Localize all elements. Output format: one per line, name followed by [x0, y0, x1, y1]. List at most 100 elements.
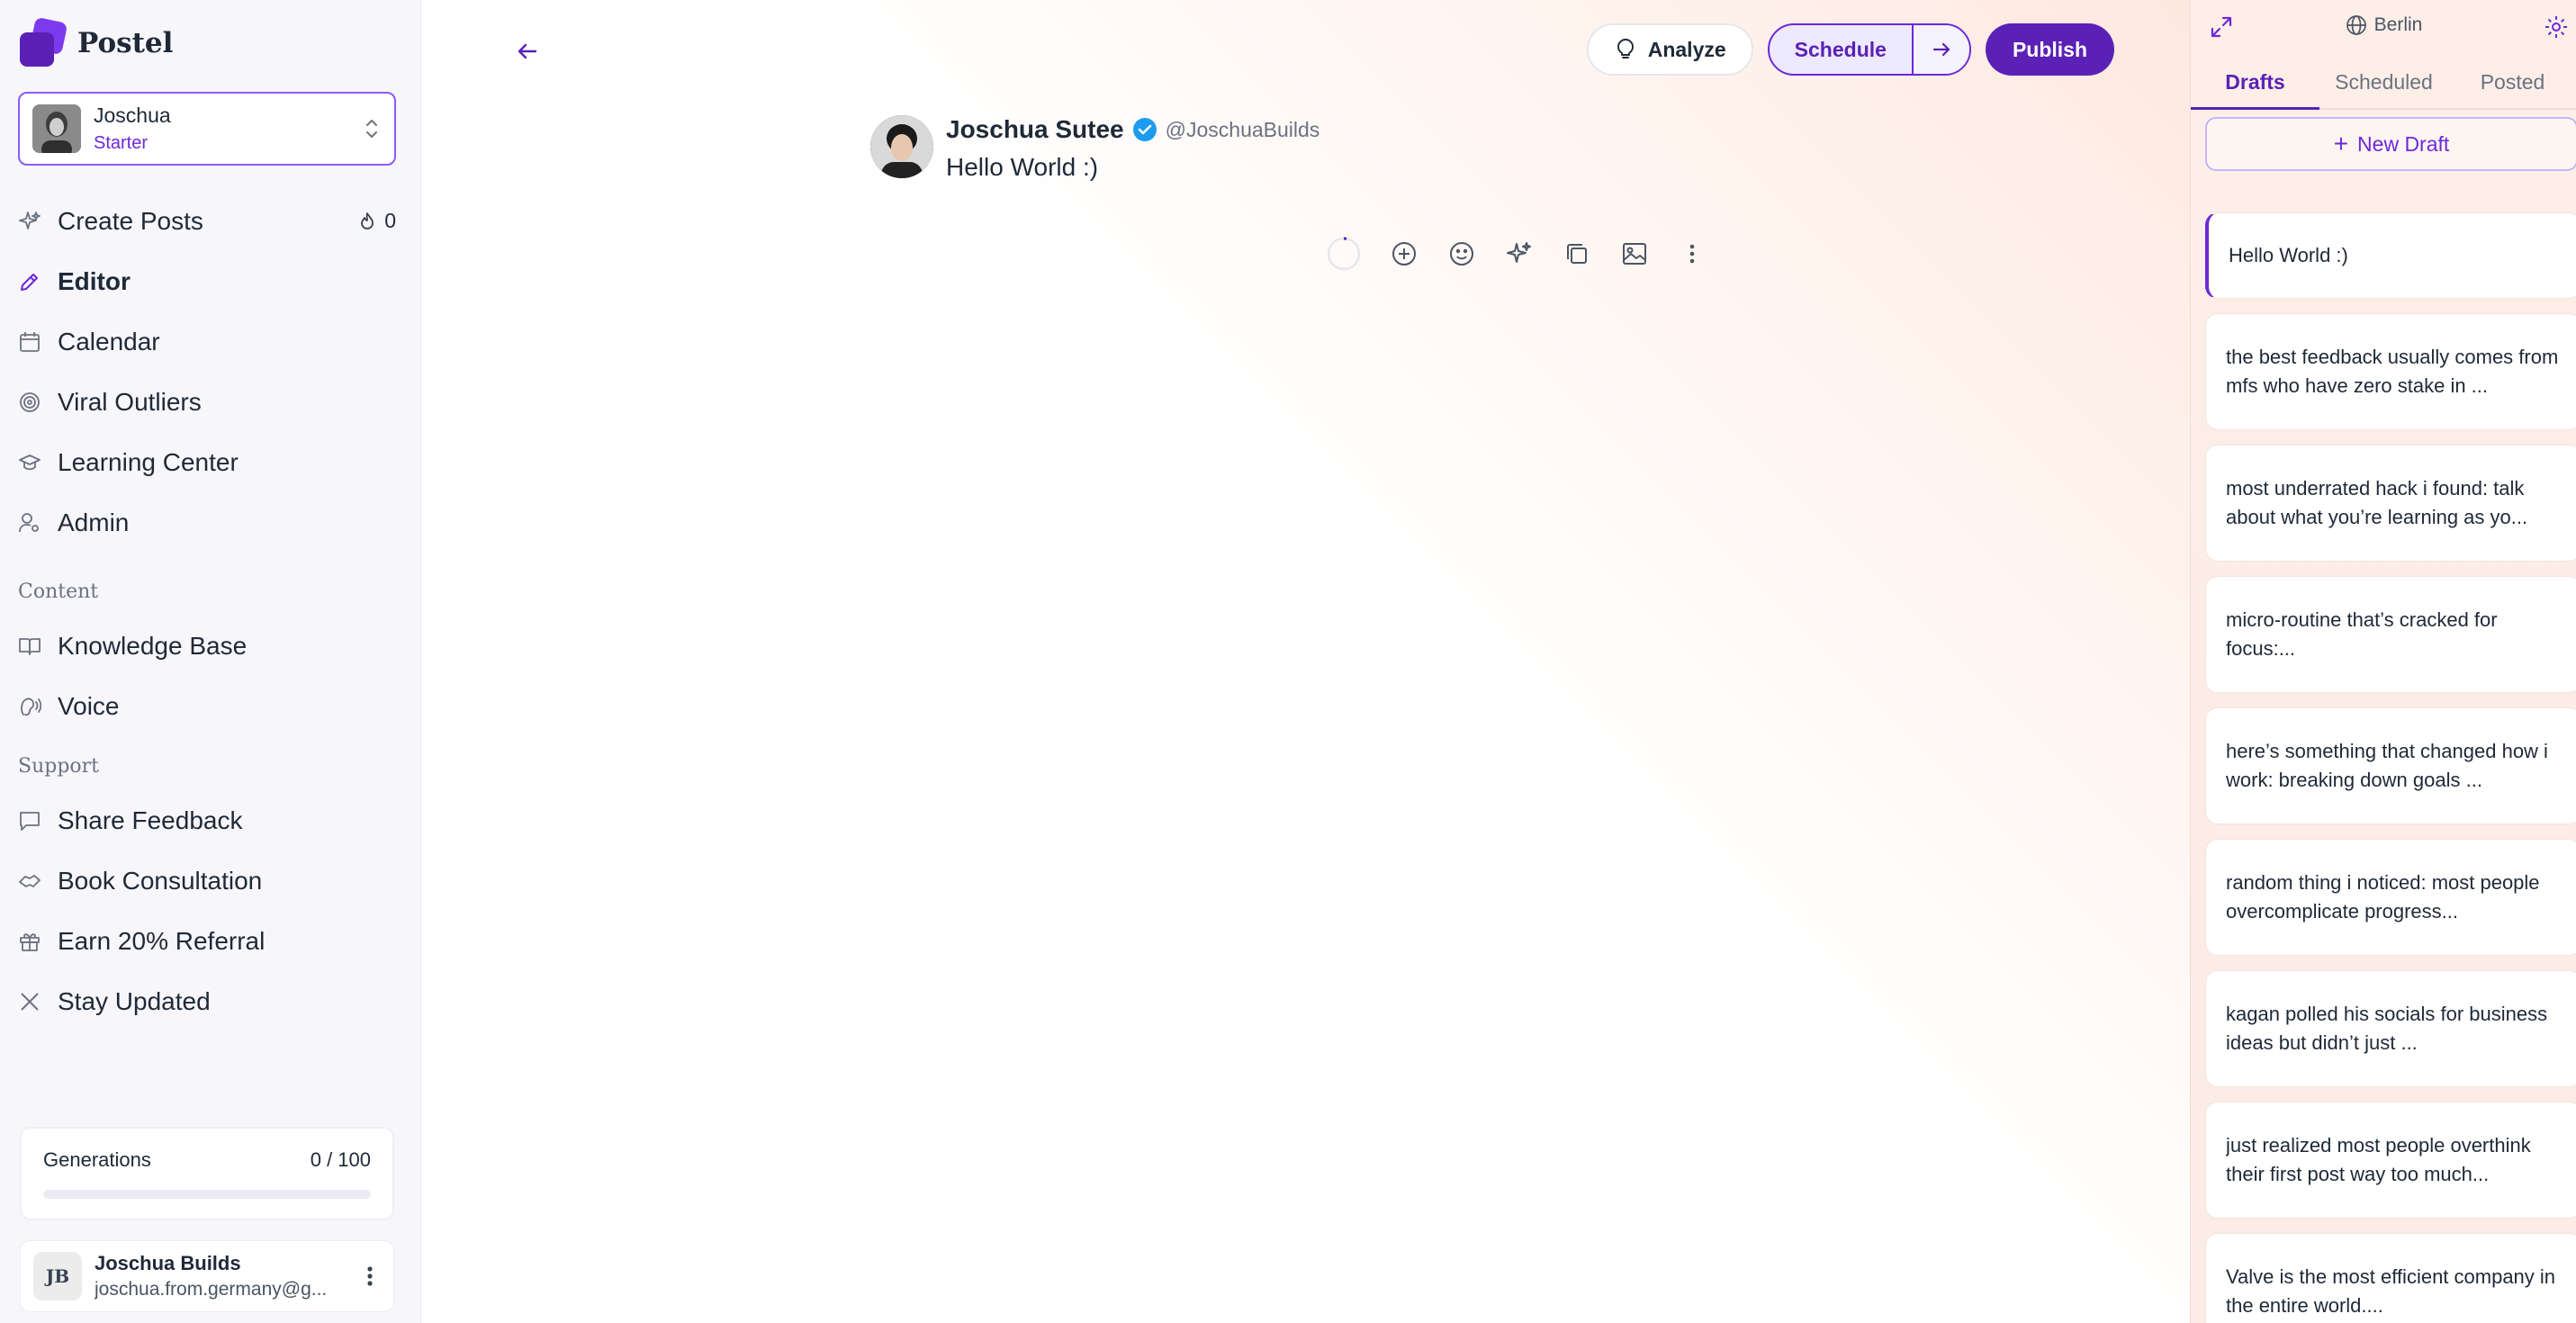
new-draft-label: New Draft: [2357, 131, 2450, 156]
app-logo[interactable]: Postel: [18, 18, 173, 68]
generations-value: 0 / 100: [310, 1148, 371, 1171]
account-plan: Starter: [94, 133, 149, 153]
nav-viral-outliers[interactable]: Viral Outliers: [18, 372, 396, 432]
nav-create-posts[interactable]: Create Posts 0: [18, 191, 396, 251]
nav-label: Book Consultation: [58, 866, 263, 895]
nav-label: Create Posts: [58, 206, 203, 235]
nav-book-consultation[interactable]: Book Consultation: [18, 850, 396, 911]
x-logo-icon: [21, 992, 39, 1011]
nav-label: Editor: [58, 266, 131, 295]
timezone-label: Berlin: [2373, 14, 2423, 35]
handshake-icon: [19, 874, 41, 887]
nav-stay-updated[interactable]: Stay Updated: [18, 971, 396, 1031]
content-nav: Content Knowledge Base Voice: [18, 567, 396, 736]
nav-voice[interactable]: Voice: [18, 676, 396, 736]
support-nav: Support Share Feedback Book Consultation…: [18, 742, 396, 1031]
draft-item[interactable]: kagan polled his socials for business id…: [2205, 970, 2576, 1087]
calendar-icon: [20, 331, 40, 352]
nav-label: Viral Outliers: [58, 387, 202, 416]
nav-calendar[interactable]: Calendar: [18, 311, 396, 372]
draft-item[interactable]: Valve is the most efficient company in t…: [2205, 1233, 2576, 1323]
ai-sparkles-icon[interactable]: [1504, 238, 1535, 269]
nav-label: Share Feedback: [58, 806, 243, 834]
flame-icon: [361, 212, 374, 230]
more-vertical-icon[interactable]: [1677, 238, 1707, 269]
post-tools: [1326, 236, 1707, 272]
nav-share-feedback[interactable]: Share Feedback: [18, 790, 396, 850]
more-vertical-icon[interactable]: [359, 1263, 381, 1290]
generations-progress-bar: [43, 1190, 371, 1199]
image-icon[interactable]: [1619, 238, 1650, 269]
new-draft-button[interactable]: + New Draft: [2205, 117, 2576, 171]
user-cog-icon: [19, 512, 39, 532]
editor-area: Analyze Schedule Publish Joschua Sutee @…: [422, 0, 2190, 1323]
pencil-icon: [21, 273, 38, 291]
draft-text: just realized most people overthink thei…: [2226, 1134, 2531, 1185]
user-avatar: JB: [33, 1252, 82, 1300]
nav-label: Knowledge Base: [58, 631, 248, 660]
draft-text: kagan polled his socials for business id…: [2226, 1003, 2548, 1054]
flame-count: 0: [384, 209, 396, 232]
analyze-label: Analyze: [1647, 37, 1726, 61]
section-label-content: Content: [18, 580, 99, 603]
gear-icon[interactable]: [2544, 14, 2569, 40]
nav-learning-center[interactable]: Learning Center: [18, 432, 396, 492]
tab-scheduled[interactable]: Scheduled: [2319, 65, 2448, 108]
tab-posted[interactable]: Posted: [2448, 65, 2576, 108]
analyze-button[interactable]: Analyze: [1586, 23, 1753, 76]
user-menu[interactable]: JB Joschua Builds joschua.from.germany@g…: [20, 1240, 394, 1312]
publish-button[interactable]: Publish: [1985, 23, 2114, 76]
editor-toolbar: Analyze Schedule Publish: [1586, 23, 2114, 76]
generations-label: Generations: [43, 1148, 151, 1171]
nav-label: Calendar: [58, 327, 160, 356]
draft-item[interactable]: here’s something that changed how i work…: [2205, 707, 2576, 824]
section-label-support: Support: [18, 754, 100, 778]
message-square-icon: [20, 811, 40, 831]
book-open-icon: [19, 637, 41, 655]
emoji-icon[interactable]: [1446, 238, 1477, 269]
draft-text: the best feedback usually comes from mfs…: [2226, 346, 2559, 397]
draft-text: Hello World :): [2229, 244, 2348, 266]
schedule-next-button[interactable]: [1913, 25, 1969, 74]
globe-icon: [2346, 15, 2366, 35]
main-nav: Create Posts 0 Editor Calendar Viral Out…: [18, 191, 396, 553]
app-name: Postel: [77, 27, 174, 59]
draft-text: Valve is the most efficient company in t…: [2226, 1265, 2556, 1317]
nav-editor[interactable]: Editor: [18, 251, 396, 311]
draft-text: most underrated hack i found: talk about…: [2226, 477, 2528, 528]
draft-item[interactable]: the best feedback usually comes from mfs…: [2205, 313, 2576, 430]
post-text-editor[interactable]: Hello World :): [946, 153, 1320, 182]
drafts-panel: Berlin Drafts Scheduled Posted + New Dra…: [2190, 0, 2576, 1323]
arrow-right-icon: [1932, 42, 1950, 57]
schedule-button[interactable]: Schedule: [1770, 25, 1914, 74]
add-post-icon[interactable]: [1389, 238, 1419, 269]
draft-item[interactable]: most underrated hack i found: talk about…: [2205, 445, 2576, 562]
nav-admin[interactable]: Admin: [18, 492, 396, 553]
schedule-button-group: Schedule: [1767, 23, 1971, 76]
generations-card: Generations 0 / 100: [20, 1127, 394, 1220]
account-switcher[interactable]: Joschua Starter: [18, 92, 396, 166]
chevron-up-down-icon: [366, 120, 377, 138]
nav-label: Earn 20% Referral: [58, 926, 266, 955]
draft-item[interactable]: just realized most people overthink thei…: [2205, 1102, 2576, 1219]
nav-earn-referral[interactable]: Earn 20% Referral: [18, 911, 396, 971]
verified-badge-icon: [1132, 118, 1157, 141]
gift-icon: [20, 932, 40, 951]
drafts-tabs: Drafts Scheduled Posted: [2191, 65, 2576, 110]
draft-text: random thing i noticed: most people over…: [2226, 871, 2540, 922]
radar-icon: [20, 392, 40, 412]
nav-label: Learning Center: [58, 447, 239, 476]
draft-item[interactable]: micro-routine that’s cracked for focus:.…: [2205, 576, 2576, 693]
account-avatar: [32, 104, 81, 153]
lightbulb-icon: [1617, 39, 1634, 58]
draft-item[interactable]: random thing i noticed: most people over…: [2205, 839, 2576, 956]
nav-knowledge-base[interactable]: Knowledge Base: [18, 616, 396, 676]
back-arrow-icon[interactable]: [512, 36, 543, 67]
account-name: Joschua: [94, 104, 171, 127]
user-name: Joschua Builds: [95, 1252, 241, 1274]
copy-icon[interactable]: [1562, 238, 1592, 269]
timezone-selector[interactable]: Berlin: [2191, 14, 2576, 36]
nav-label: Admin: [58, 508, 130, 536]
draft-item[interactable]: Hello World :): [2205, 212, 2576, 299]
tab-drafts[interactable]: Drafts: [2191, 65, 2319, 110]
